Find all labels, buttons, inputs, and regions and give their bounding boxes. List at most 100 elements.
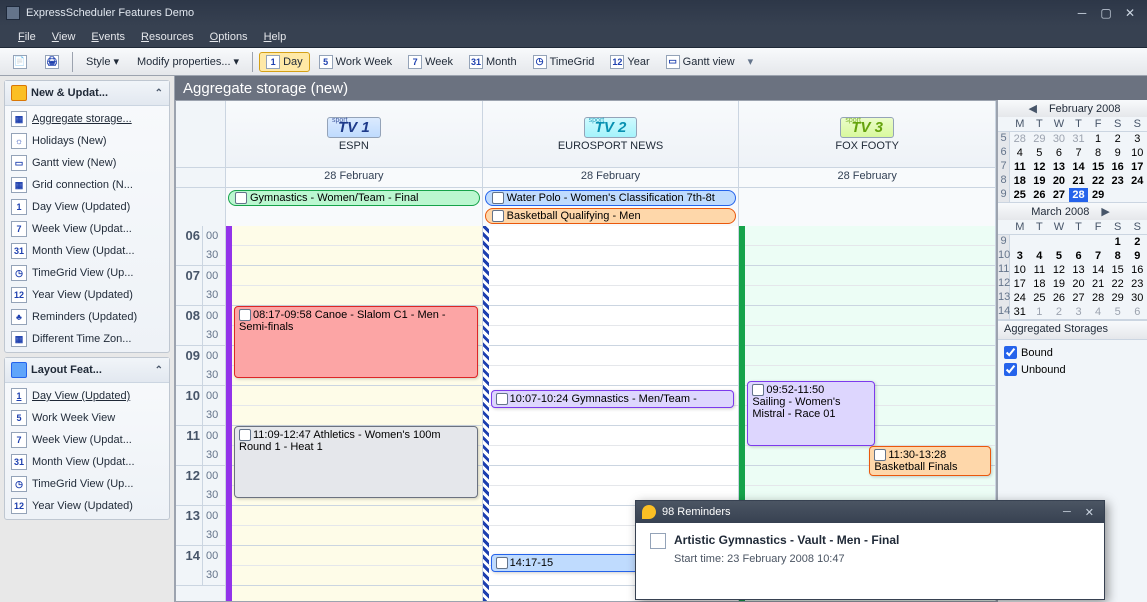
calendar-day[interactable]: 14 (1088, 263, 1108, 277)
view-work-week[interactable]: 5Work Week (312, 52, 399, 72)
calendar-day[interactable]: 28 (1010, 132, 1030, 146)
sidebar-item[interactable]: 5Work Week View (5, 407, 169, 429)
sidebar-item[interactable]: 12Year View (Updated) (5, 284, 169, 306)
calendar-day[interactable]: 10 (1010, 263, 1030, 277)
calendar-day[interactable] (1108, 188, 1128, 202)
sidebar-item[interactable]: ▦Aggregate storage... (5, 108, 169, 130)
calendar-day[interactable]: 4 (1030, 249, 1050, 263)
calendar-day[interactable]: 23 (1108, 174, 1128, 188)
calendar-day[interactable]: 29 (1088, 188, 1108, 202)
allday-event[interactable]: Gymnastics - Women/Team - Final (228, 190, 480, 206)
calendar-day[interactable] (1069, 235, 1089, 249)
calendar-day[interactable]: 28 (1088, 291, 1108, 305)
sidebar-item[interactable]: 7Week View (Updat... (5, 429, 169, 451)
allday-cell[interactable] (739, 188, 996, 226)
allday-cell[interactable]: Gymnastics - Women/Team - Final (226, 188, 483, 226)
calendar-day[interactable]: 25 (1030, 291, 1050, 305)
calendar-day[interactable]: 23 (1127, 277, 1147, 291)
calendar-day[interactable]: 19 (1030, 174, 1050, 188)
calendar-day[interactable]: 30 (1049, 132, 1069, 146)
menu-resources[interactable]: Resources (133, 28, 202, 46)
calendar-day[interactable]: 24 (1127, 174, 1147, 188)
calendar-day[interactable]: 7 (1069, 146, 1089, 160)
calendar-day[interactable]: 5 (1049, 249, 1069, 263)
calendar-day[interactable] (1030, 235, 1050, 249)
maximize-button[interactable]: ▢ (1095, 5, 1117, 21)
calendar-day[interactable]: 24 (1010, 291, 1030, 305)
calendar-day[interactable]: 20 (1069, 277, 1089, 291)
calendar-day[interactable]: 11 (1030, 263, 1050, 277)
calendar-day[interactable] (1127, 188, 1147, 202)
menu-events[interactable]: Events (83, 28, 133, 46)
calendar-day[interactable]: 27 (1069, 291, 1089, 305)
panel-header[interactable]: New & Updat... ⌃ (5, 81, 169, 106)
sidebar-item[interactable]: 31Month View (Updat... (5, 240, 169, 262)
modify-properties-dropdown[interactable]: Modify properties... ▾ (130, 52, 246, 71)
next-month-button[interactable]: ▶ (1097, 205, 1113, 218)
calendar-day[interactable]: 5 (1030, 146, 1050, 160)
calendar-day[interactable]: 8 (1108, 249, 1128, 263)
calendar-day[interactable]: 28 (1069, 188, 1089, 202)
sidebar-item[interactable]: ◷TimeGrid View (Up... (5, 262, 169, 284)
calendar-day[interactable]: 1 (1108, 235, 1128, 249)
allday-event[interactable]: Water Polo - Women's Classification 7th-… (485, 190, 737, 206)
view-timegrid[interactable]: ◷TimeGrid (526, 52, 602, 72)
calendar-day[interactable]: 17 (1127, 160, 1147, 174)
calendar-day[interactable]: 2 (1127, 235, 1147, 249)
calendar-day[interactable]: 3 (1069, 305, 1089, 319)
view-day[interactable]: 1Day (259, 52, 310, 72)
calendar-day[interactable]: 14 (1069, 160, 1089, 174)
event[interactable]: 10:07-10:24 Gymnastics - Men/Team - (491, 390, 735, 408)
calendar-day[interactable]: 31 (1069, 132, 1089, 146)
calendar-day[interactable]: 30 (1127, 291, 1147, 305)
calendar-day[interactable]: 1 (1030, 305, 1050, 319)
sidebar-item[interactable]: 1Day View (Updated) (5, 196, 169, 218)
view-year[interactable]: 12Year (603, 52, 656, 72)
calendar-day[interactable]: 12 (1030, 160, 1050, 174)
calendar-day[interactable]: 22 (1108, 277, 1128, 291)
calendar-day[interactable]: 6 (1049, 146, 1069, 160)
sidebar-item[interactable]: ♣Reminders (Updated) (5, 306, 169, 328)
sidebar-item[interactable]: 1Day View (Updated) (5, 385, 169, 407)
calendar-day[interactable]: 6 (1069, 249, 1089, 263)
storage-checkbox[interactable]: Bound (1004, 344, 1141, 361)
panel-header[interactable]: Layout Feat... ⌃ (5, 358, 169, 383)
calendar-day[interactable]: 22 (1088, 174, 1108, 188)
sidebar-item[interactable]: 7Week View (Updat... (5, 218, 169, 240)
menu-view[interactable]: View (44, 28, 84, 46)
reminder-close-button[interactable]: ✕ (1081, 506, 1098, 519)
reminder-titlebar[interactable]: 98 Reminders ─ ✕ (636, 501, 1104, 523)
calendar-day[interactable]: 6 (1127, 305, 1147, 319)
sidebar-item[interactable]: ☼Holidays (New) (5, 130, 169, 152)
calendar-day[interactable]: 29 (1108, 291, 1128, 305)
day-column[interactable]: 08:17-09:58 Canoe - Slalom C1 - Men - Se… (226, 226, 483, 601)
calendar-day[interactable]: 15 (1108, 263, 1128, 277)
calendar-day[interactable]: 16 (1127, 263, 1147, 277)
event[interactable]: 11:30-13:28Basketball Finals (869, 446, 991, 476)
sidebar-item[interactable]: ▦Grid connection (N... (5, 174, 169, 196)
calendar-day[interactable]: 13 (1069, 263, 1089, 277)
calendar-day[interactable]: 18 (1010, 174, 1030, 188)
sidebar-item[interactable]: 31Month View (Updat... (5, 451, 169, 473)
calendar-day[interactable]: 4 (1010, 146, 1030, 160)
toolbar-dropdown-icon[interactable]: ▾ (746, 55, 756, 68)
calendar-day[interactable]: 9 (1108, 146, 1128, 160)
calendar-day[interactable]: 3 (1127, 132, 1147, 146)
calendar-day[interactable]: 25 (1010, 188, 1030, 202)
sidebar-item[interactable]: ▦Different Time Zon... (5, 328, 169, 350)
calendar-day[interactable]: 4 (1088, 305, 1108, 319)
calendar-day[interactable]: 2 (1108, 132, 1128, 146)
menu-help[interactable]: Help (256, 28, 295, 46)
calendar-day[interactable]: 1 (1088, 132, 1108, 146)
calendar-day[interactable] (1010, 235, 1030, 249)
calendar-day[interactable]: 13 (1049, 160, 1069, 174)
storage-checkbox[interactable]: Unbound (1004, 361, 1141, 378)
allday-cell[interactable]: Water Polo - Women's Classification 7th-… (483, 188, 740, 226)
calendar-day[interactable]: 31 (1010, 305, 1030, 319)
calendar-day[interactable]: 11 (1010, 160, 1030, 174)
print-button[interactable]: 🖨 (38, 52, 66, 72)
calendar-day[interactable]: 12 (1049, 263, 1069, 277)
event[interactable]: 11:09-12:47 Athletics - Women's 100m Rou… (234, 426, 478, 498)
calendar-day[interactable]: 9 (1127, 249, 1147, 263)
sidebar-item[interactable]: ◷TimeGrid View (Up... (5, 473, 169, 495)
